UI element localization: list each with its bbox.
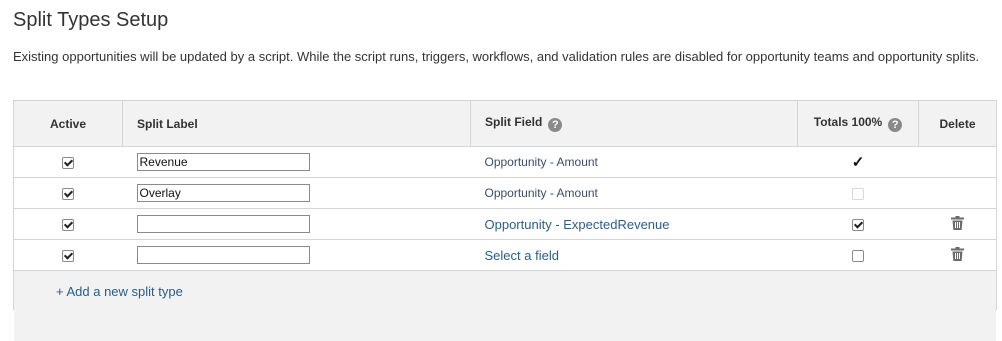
header-split-field: Split Field?	[470, 101, 798, 147]
delete-cell	[918, 146, 996, 178]
header-totals-text: Totals 100%	[813, 115, 883, 129]
active-checkbox[interactable]	[62, 218, 75, 231]
active-cell	[14, 177, 123, 209]
split-types-table-container: Active Split Label Split Field? Totals 1…	[13, 100, 997, 341]
help-icon[interactable]: ?	[548, 118, 563, 132]
label-cell	[122, 177, 471, 209]
field-cell: Opportunity - Amount	[470, 177, 798, 209]
header-delete-text: Delete	[939, 116, 976, 131]
totals-checkbox[interactable]	[852, 249, 864, 262]
table-row: Opportunity - ExpectedRevenue	[14, 208, 996, 240]
table-row: Select a field	[14, 239, 996, 271]
split-field-link[interactable]: Opportunity - ExpectedRevenue	[485, 217, 670, 232]
totals-cell	[797, 239, 919, 271]
totals-checkbox[interactable]	[852, 218, 864, 231]
trash-icon[interactable]	[950, 246, 964, 264]
table-footer-fill	[14, 311, 996, 341]
active-cell	[14, 239, 123, 271]
page-title: Split Types Setup	[13, 9, 169, 31]
label-cell	[122, 208, 471, 240]
select-field-link[interactable]: Select a field	[485, 248, 559, 263]
header-active: Active	[14, 101, 123, 147]
delete-cell	[918, 208, 996, 240]
split-field-text: Opportunity - Amount	[484, 155, 598, 169]
label-cell	[122, 239, 471, 271]
active-checkbox[interactable]	[62, 249, 75, 262]
update-notice: Existing opportunities will be updated b…	[13, 49, 980, 64]
active-checkbox[interactable]	[62, 156, 75, 169]
header-totals: Totals 100%?	[797, 101, 919, 147]
trash-icon[interactable]	[950, 215, 964, 233]
totals-check-icon: ✓	[851, 154, 865, 171]
field-cell: Select a field	[470, 239, 798, 271]
table-header-row: Active Split Label Split Field? Totals 1…	[14, 101, 996, 147]
header-split-field-text: Split Field	[485, 115, 543, 129]
active-cell	[14, 146, 123, 178]
header-split-label: Split Label	[122, 101, 471, 147]
add-row: + Add a new split type	[14, 270, 996, 311]
header-active-label: Active	[49, 116, 87, 131]
totals-cell	[797, 208, 919, 240]
totals-cell: ✓	[797, 146, 919, 178]
label-cell	[122, 146, 471, 178]
header-delete: Delete	[918, 101, 996, 147]
header-split-label-text: Split Label	[137, 116, 198, 131]
active-cell	[14, 208, 123, 240]
totals-checkbox	[852, 187, 864, 200]
table-row: Opportunity - Amount ✓	[14, 146, 996, 178]
table-row: Opportunity - Amount	[14, 177, 996, 209]
add-split-type-link[interactable]: + Add a new split type	[14, 284, 183, 299]
add-row-cell: + Add a new split type	[14, 270, 996, 311]
split-label-input[interactable]	[136, 246, 310, 264]
split-label-input[interactable]	[136, 184, 310, 202]
field-cell: Opportunity - ExpectedRevenue	[470, 208, 798, 240]
active-checkbox[interactable]	[62, 187, 75, 200]
totals-cell	[797, 177, 919, 209]
split-types-table: Active Split Label Split Field? Totals 1…	[14, 101, 996, 311]
split-label-input[interactable]	[136, 215, 310, 233]
delete-cell	[918, 177, 996, 209]
delete-cell	[918, 239, 996, 271]
split-field-text: Opportunity - Amount	[484, 186, 598, 200]
help-icon[interactable]: ?	[888, 118, 903, 132]
split-label-input[interactable]	[136, 153, 310, 171]
field-cell: Opportunity - Amount	[470, 146, 798, 178]
